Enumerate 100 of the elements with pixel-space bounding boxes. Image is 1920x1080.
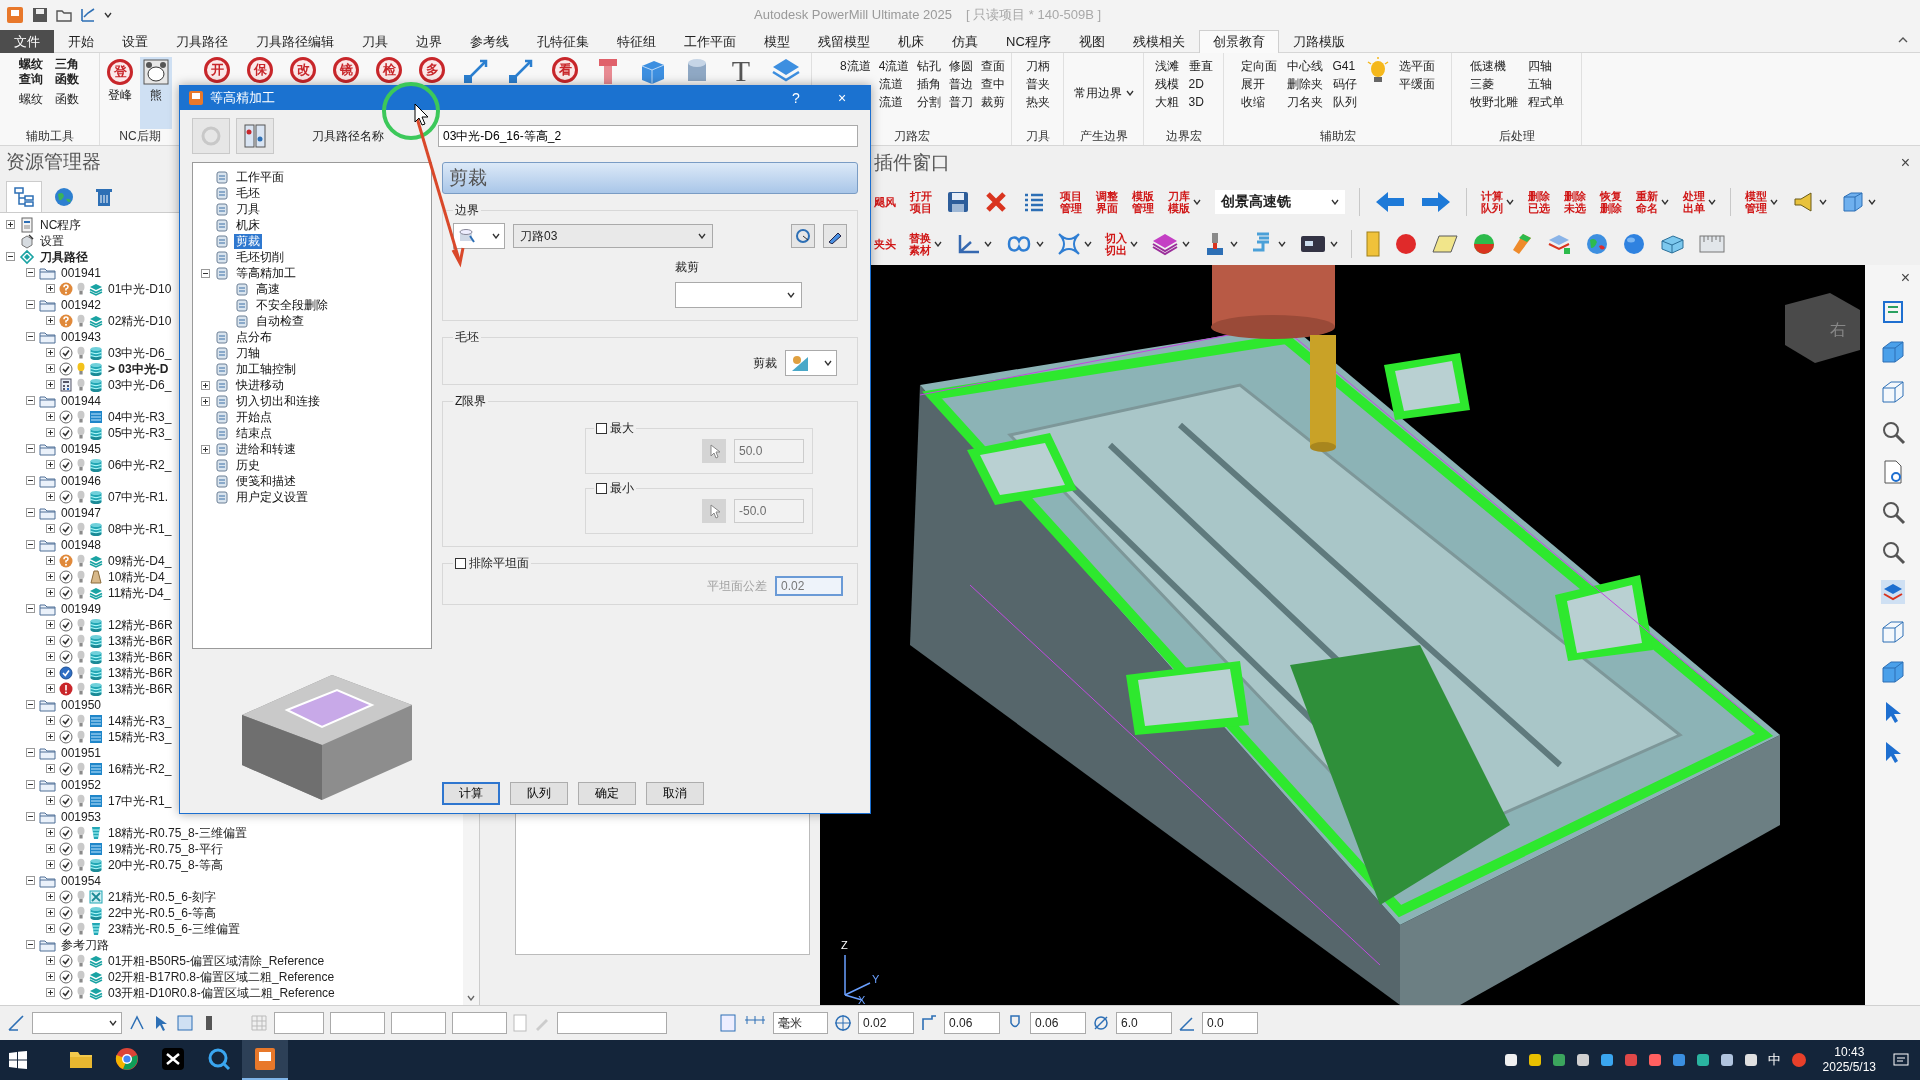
toolbar-button[interactable]: 切入切出 — [1105, 231, 1138, 256]
expand-toggle[interactable] — [46, 636, 55, 646]
ribbon-command[interactable]: 浅滩 — [1154, 56, 1179, 75]
ribbon-command[interactable]: 热夹 — [1025, 92, 1050, 111]
dialog-button[interactable]: 计算 — [442, 782, 500, 805]
expand-toggle[interactable] — [26, 748, 35, 758]
cube-icon[interactable] — [1879, 378, 1906, 405]
ribbon-command[interactable]: 刀柄 — [1025, 56, 1050, 75]
toolbar-button[interactable]: 飓风 — [874, 195, 896, 208]
ribbon-command[interactable]: 查面 — [981, 56, 1006, 75]
tree-item[interactable]: 001950 — [61, 696, 102, 713]
ribbon-command[interactable]: 2D — [1188, 74, 1213, 93]
tree-item[interactable]: > 03中光-D — [108, 360, 169, 377]
ribbon-tab[interactable]: 参考线 — [456, 29, 523, 53]
tree-item[interactable]: 23精光-R0.5_6-三维偏置 — [108, 920, 241, 937]
toolbar-button[interactable]: 重新命名 — [1636, 189, 1669, 214]
ribbon-command[interactable]: 中心线 — [1286, 56, 1323, 75]
toolbar-button[interactable]: 删除未选 — [1564, 189, 1586, 214]
expand-toggle[interactable] — [46, 972, 55, 982]
tree-item[interactable]: 切入切出和连接 — [234, 393, 322, 409]
caret-icon[interactable] — [934, 240, 942, 247]
pick-button[interactable] — [702, 439, 726, 463]
ribbon-command[interactable]: 钻孔 — [917, 56, 942, 75]
ribbon-tab[interactable]: 特征组 — [603, 29, 670, 53]
tray-icon[interactable] — [1695, 1053, 1710, 1067]
stack-icon[interactable] — [1151, 231, 1179, 256]
expand-toggle[interactable] — [26, 604, 35, 614]
close-button[interactable]: × — [1900, 154, 1910, 173]
toolbar-button[interactable]: 模型管理 — [1745, 189, 1778, 214]
toolbar-button[interactable]: 恢复删除 — [1600, 189, 1622, 214]
expand-toggle[interactable] — [46, 860, 55, 870]
caret-icon[interactable] — [1661, 198, 1669, 205]
expand-toggle[interactable] — [26, 876, 35, 886]
expand-toggle[interactable] — [201, 396, 210, 406]
stamp-icon[interactable]: 镜 — [333, 56, 359, 83]
expand-toggle[interactable] — [46, 588, 55, 598]
expand-toggle[interactable] — [46, 828, 55, 838]
tray-icon[interactable] — [1719, 1053, 1734, 1067]
tree-item[interactable]: 不安全段删除 — [254, 297, 330, 313]
expand-toggle[interactable] — [46, 988, 55, 998]
caret-icon[interactable] — [492, 233, 500, 239]
tray-icon[interactable] — [1575, 1053, 1590, 1067]
tree-item[interactable]: 001942 — [61, 296, 102, 313]
expand-toggle[interactable] — [26, 444, 35, 454]
tree-item[interactable]: 刀轴 — [234, 345, 262, 361]
ribbon-command[interactable]: 垂直 — [1188, 56, 1213, 75]
ribbon-command[interactable]: 修圆 — [949, 56, 974, 75]
caret-icon[interactable] — [1036, 240, 1044, 247]
browser-icon[interactable] — [115, 1047, 139, 1071]
tree-item[interactable]: 001953 — [61, 808, 102, 825]
tree-item[interactable]: 07中光-R1. — [108, 488, 169, 505]
angle-icon[interactable] — [1178, 1014, 1196, 1032]
ribbon-command[interactable]: 3D — [1188, 92, 1213, 111]
pick-button[interactable] — [702, 499, 726, 523]
caret-icon[interactable] — [787, 292, 795, 298]
cube-icon[interactable] — [1879, 618, 1906, 645]
viewport[interactable]: 右 Z Y X — [820, 264, 1865, 1006]
tray-icon[interactable] — [1503, 1053, 1518, 1067]
ribbon-command[interactable]: 码仔 — [1332, 74, 1357, 93]
ribbon-tab[interactable]: 视图 — [1064, 29, 1119, 53]
sphere-icon[interactable] — [1472, 231, 1496, 256]
axes-icon[interactable] — [6, 1013, 26, 1033]
caret-icon[interactable] — [1130, 240, 1138, 247]
tree-item[interactable]: 16精光-R2_ — [108, 760, 172, 777]
app-icon[interactable] — [253, 1047, 277, 1071]
delete-icon[interactable] — [984, 189, 1008, 214]
toolbar-button[interactable]: 替换素材 — [909, 231, 942, 256]
expand-toggle[interactable] — [26, 940, 35, 950]
z-value-field[interactable]: -50.0 — [734, 499, 804, 523]
ribbon-command[interactable]: 三菱 — [1469, 74, 1518, 93]
expand-toggle[interactable] — [26, 540, 35, 550]
value-field[interactable]: 6.0 — [1116, 1012, 1172, 1034]
ribbon-tab[interactable]: 模型 — [750, 29, 804, 53]
toolbar-button[interactable]: 计算队列 — [1481, 189, 1514, 214]
stamp-icon[interactable]: 改 — [290, 56, 316, 83]
expand-toggle[interactable] — [46, 412, 55, 422]
ribbon-command[interactable]: G41 — [1332, 56, 1357, 75]
tree-item[interactable]: 18精光-R0.75_8-三维偏置 — [108, 824, 247, 841]
caret-icon[interactable] — [824, 360, 832, 366]
caret-icon[interactable] — [984, 240, 992, 247]
caret-icon[interactable] — [1182, 240, 1190, 247]
caret-icon[interactable] — [1770, 198, 1778, 205]
expand-toggle[interactable] — [46, 716, 55, 726]
tree-item[interactable]: NC程序 — [40, 216, 82, 233]
ribbon-command[interactable]: 选平面 — [1398, 56, 1435, 75]
toolbar-button[interactable]: 删除已选 — [1528, 189, 1550, 214]
collapse-ribbon-icon[interactable] — [1898, 35, 1908, 43]
chart-icon[interactable] — [80, 7, 96, 23]
caret-icon[interactable] — [1084, 240, 1092, 247]
coordinate-field[interactable] — [557, 1012, 667, 1034]
coordinate-field[interactable] — [391, 1012, 446, 1034]
stamp-icon[interactable]: 检 — [376, 56, 402, 83]
template-select[interactable]: 创景高速铣 — [1215, 189, 1345, 214]
search-icon[interactable] — [207, 1047, 231, 1071]
tree-item[interactable]: 21精光-R0.5_6-刻字 — [108, 888, 217, 905]
ribbon-command[interactable]: 收缩 — [1240, 92, 1277, 111]
ribbon-command[interactable]: 裁剪 — [981, 92, 1006, 111]
ribbon-command[interactable]: 函数 — [54, 89, 80, 108]
ribbon-tab[interactable]: 创景教育 — [1198, 29, 1279, 53]
ribbon-tab[interactable]: 设置 — [108, 29, 162, 53]
